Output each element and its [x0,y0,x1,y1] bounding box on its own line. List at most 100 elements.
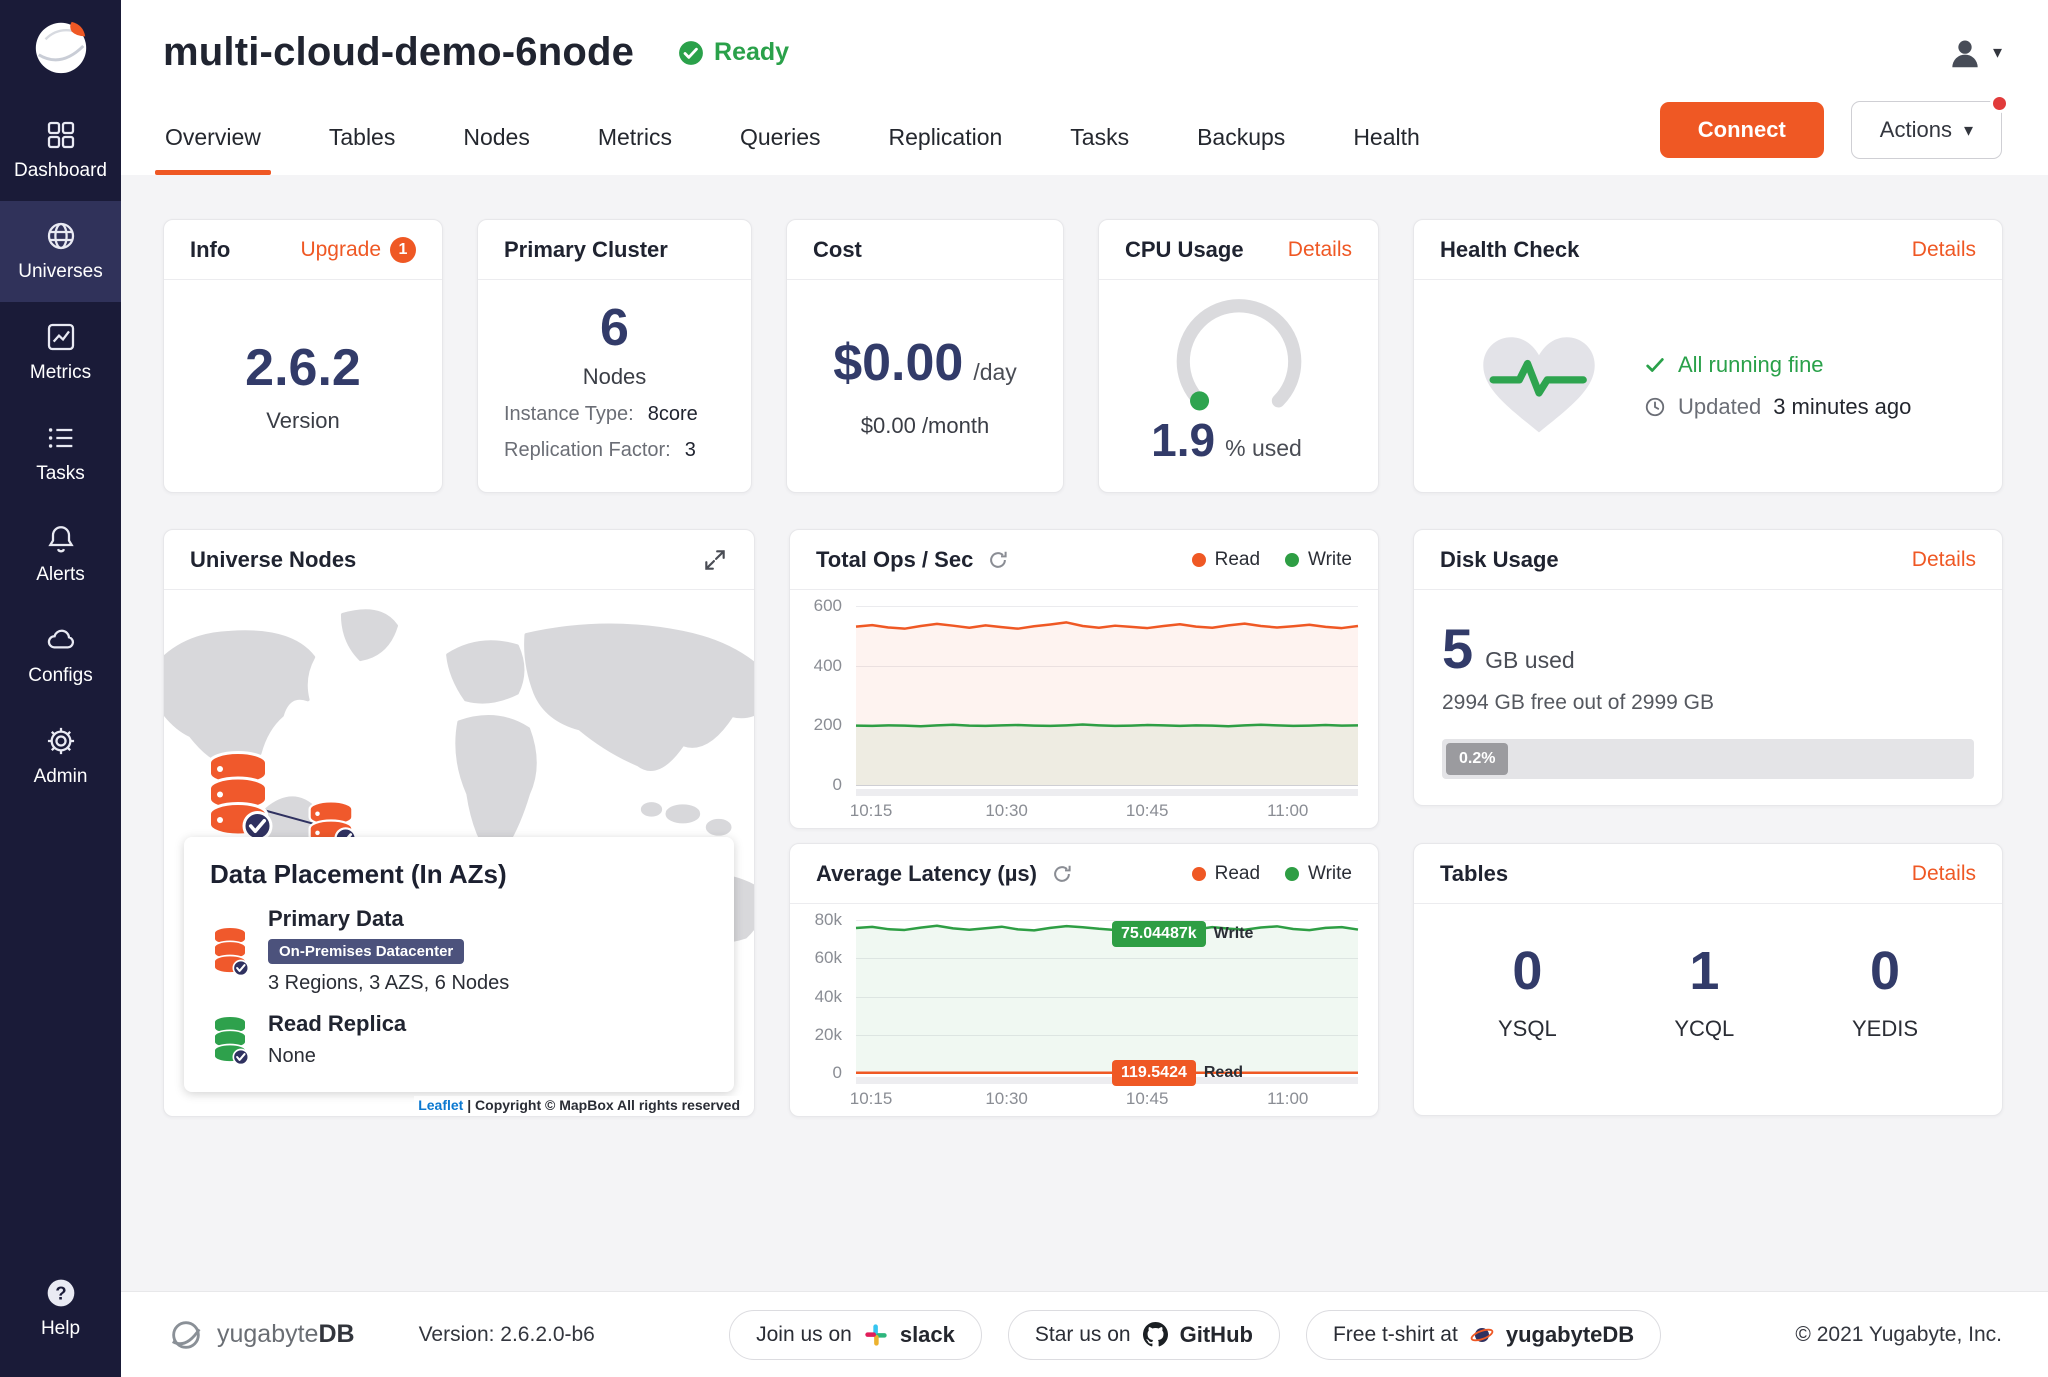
y-tick: 60k [815,948,842,968]
card-title: Tables [1440,861,1508,887]
primary-cluster-card: Primary Cluster 6 Nodes Instance Type: 8… [477,219,752,493]
tab-tables[interactable]: Tables [327,110,397,175]
yugabyte-logo-icon[interactable] [30,16,92,78]
sidebar-item-label: Dashboard [14,160,107,182]
connect-button[interactable]: Connect [1660,102,1824,158]
actions-button[interactable]: Actions ▾ [1851,101,2002,159]
tab-backups[interactable]: Backups [1195,110,1287,175]
sidebar-item-dashboard[interactable]: Dashboard [0,100,121,201]
upgrade-link[interactable]: Upgrade 1 [300,237,416,263]
read-replica-label: Read Replica [268,1011,406,1037]
version-label: Version [266,408,339,434]
refresh-icon[interactable] [987,549,1009,571]
cpu-value: 1.9 [1151,413,1215,467]
cpu-gauge [1151,294,1327,417]
sidebar-item-alerts[interactable]: Alerts [0,504,121,605]
card-title: Cost [813,237,862,263]
axis-band [856,1077,1358,1084]
latency-chart[interactable]: 0 20k 40k 60k 80k 10:15 10:30 10:45 11:0… [790,904,1378,1116]
primary-nodes-icon[interactable] [202,748,274,841]
status-badge: Ready [678,38,789,67]
disk-usage-card: Disk Usage Details 5 GB used 2994 GB fre… [1413,529,2003,806]
info-card: Info Upgrade 1 2.6.2 Version [163,219,443,493]
heartbeat-icon [1480,334,1598,439]
read-dot-icon [1192,867,1206,881]
legend-read[interactable]: Read [1192,863,1260,885]
tab-nodes[interactable]: Nodes [461,110,531,175]
tab-tasks[interactable]: Tasks [1068,110,1131,175]
primary-db-icon [210,906,250,995]
y-tick: 200 [814,715,842,735]
primary-data-label: Primary Data [268,906,509,932]
health-updated-value: 3 minutes ago [1773,394,1911,420]
check-icon [1644,354,1666,376]
user-menu[interactable]: ▾ [1946,34,2002,72]
write-latency-tooltip: 75.04487k Write [1112,921,1253,947]
tab-metrics[interactable]: Metrics [596,110,674,175]
sidebar-item-universes[interactable]: Universes [0,201,121,302]
nodes-count: 6 [600,298,629,358]
disk-details-link[interactable]: Details [1912,548,1976,572]
gauge-needle-dot [1190,391,1209,410]
map-attribution: Leaflet | Copyright © MapBox All rights … [414,1096,744,1114]
help-icon: ? [45,1277,77,1309]
x-tick: 11:00 [1267,801,1308,821]
tab-overview[interactable]: Overview [163,110,263,175]
sidebar-item-admin[interactable]: Admin [0,706,121,807]
tasks-icon [45,422,77,454]
configs-icon [45,624,77,656]
ops-chart[interactable]: 0 200 400 600 10:15 10:30 10:45 11:00 [790,590,1378,828]
ycql-count: 1 YCQL [1674,940,1734,1042]
svg-text:?: ? [55,1283,66,1304]
sidebar-item-label: Alerts [36,564,85,586]
ysql-count: 0 YSQL [1498,940,1557,1042]
health-check-card: Health Check Details All running fine [1413,219,2003,493]
datacenter-badge: On-Premises Datacenter [268,939,464,964]
read-replica-row: Read Replica None [210,1011,708,1068]
read-replica-desc: None [268,1045,406,1068]
footer-copyright: © 2021 Yugabyte, Inc. [1795,1323,2002,1347]
health-details-link[interactable]: Details [1912,238,1976,262]
github-button[interactable]: Star us on GitHub [1008,1310,1280,1360]
tab-replication[interactable]: Replication [887,110,1005,175]
cpu-details-link[interactable]: Details [1288,238,1352,262]
universe-tabs: Overview Tables Nodes Metrics Queries Re… [163,110,1422,175]
yugabyte-swirl-icon [167,1316,205,1354]
ops-chart-svg [856,606,1358,785]
legend-write[interactable]: Write [1285,863,1352,885]
sidebar-item-configs[interactable]: Configs [0,605,121,706]
legend-write[interactable]: Write [1285,549,1352,571]
leaflet-link[interactable]: Leaflet [418,1097,463,1113]
legend-read[interactable]: Read [1192,549,1260,571]
sidebar-item-tasks[interactable]: Tasks [0,403,121,504]
app-footer: yugabyteDB Version: 2.6.2.0-b6 Join us o… [121,1291,2048,1377]
tables-details-link[interactable]: Details [1912,862,1976,886]
x-tick: 10:15 [850,801,893,821]
y-tick: 0 [833,775,842,795]
y-tick: 80k [815,910,842,930]
chart-legend: Read Write [1192,549,1352,571]
slack-button[interactable]: Join us on slack [729,1310,982,1360]
tab-queries[interactable]: Queries [738,110,823,175]
refresh-icon[interactable] [1051,863,1073,885]
admin-icon [45,725,77,757]
tshirt-button[interactable]: Free t-shirt at yugabyteDB [1306,1310,1661,1360]
dashboard-icon [45,119,77,151]
sidebar-item-help[interactable]: ? Help [0,1258,121,1359]
page-title: multi-cloud-demo-6node [163,30,634,75]
footer-logo[interactable]: yugabyteDB [167,1316,355,1354]
disk-usage-bar: 0.2% [1442,739,1974,779]
chart-legend: Read Write [1192,863,1352,885]
sidebar-item-metrics[interactable]: Metrics [0,302,121,403]
expand-icon[interactable] [702,547,728,573]
cpu-usage-card: CPU Usage Details 1.9 % used [1098,219,1379,493]
clock-icon [1644,396,1666,418]
card-title: Primary Cluster [504,237,668,263]
sidebar-item-label: Configs [28,665,92,687]
tab-health[interactable]: Health [1351,110,1421,175]
latency-chart-svg [856,920,1358,1073]
upgrade-count-badge: 1 [390,237,416,263]
y-tick: 400 [814,656,842,676]
world-map[interactable]: Data Placement (In AZs) [164,590,754,1116]
yedis-count: 0 YEDIS [1852,940,1918,1042]
